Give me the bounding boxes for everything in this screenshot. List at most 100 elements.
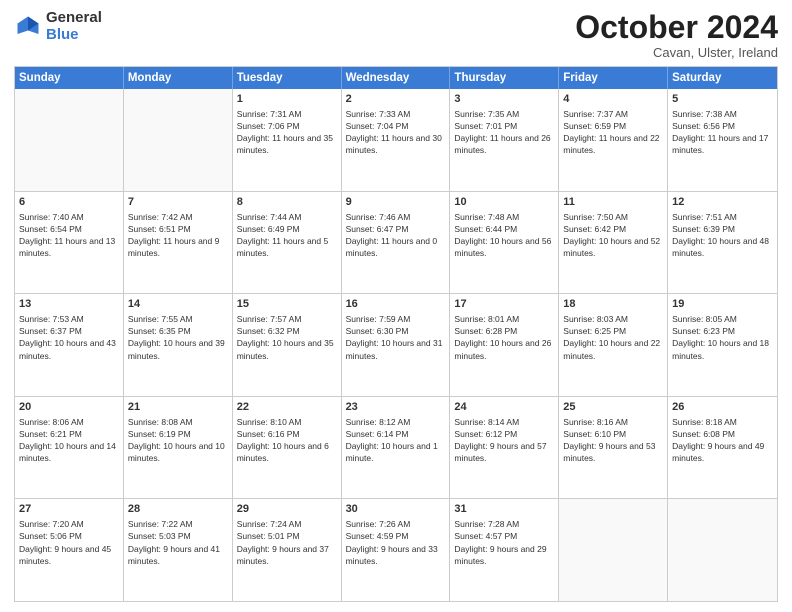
calendar-cell: 10 Sunrise: 7:48 AM Sunset: 6:44 PM Dayl… xyxy=(450,192,559,294)
calendar-cell: 17 Sunrise: 8:01 AM Sunset: 6:28 PM Dayl… xyxy=(450,294,559,396)
calendar-cell: 27 Sunrise: 7:20 AM Sunset: 5:06 PM Dayl… xyxy=(15,499,124,601)
sunset: Sunset: 4:59 PM xyxy=(346,531,409,541)
sunrise: Sunrise: 8:03 AM xyxy=(563,314,628,324)
sunset: Sunset: 6:21 PM xyxy=(19,429,82,439)
weekday-header: Monday xyxy=(124,67,233,89)
sunrise: Sunrise: 8:05 AM xyxy=(672,314,737,324)
calendar-cell: 18 Sunrise: 8:03 AM Sunset: 6:25 PM Dayl… xyxy=(559,294,668,396)
day-number: 19 xyxy=(672,297,773,312)
sunset: Sunset: 6:08 PM xyxy=(672,429,735,439)
daylight: Daylight: 10 hours and 22 minutes. xyxy=(563,338,660,360)
logo-general: General xyxy=(46,9,102,26)
calendar-cell: 31 Sunrise: 7:28 AM Sunset: 4:57 PM Dayl… xyxy=(450,499,559,601)
calendar-cell: 9 Sunrise: 7:46 AM Sunset: 6:47 PM Dayli… xyxy=(342,192,451,294)
daylight: Daylight: 9 hours and 41 minutes. xyxy=(128,544,220,566)
calendar-cell: 2 Sunrise: 7:33 AM Sunset: 7:04 PM Dayli… xyxy=(342,89,451,191)
calendar-cell: 13 Sunrise: 7:53 AM Sunset: 6:37 PM Dayl… xyxy=(15,294,124,396)
calendar-row: 20 Sunrise: 8:06 AM Sunset: 6:21 PM Dayl… xyxy=(15,397,777,500)
day-number: 9 xyxy=(346,195,446,210)
day-number: 24 xyxy=(454,400,554,415)
calendar-cell: 11 Sunrise: 7:50 AM Sunset: 6:42 PM Dayl… xyxy=(559,192,668,294)
sunrise: Sunrise: 8:12 AM xyxy=(346,417,411,427)
day-number: 13 xyxy=(19,297,119,312)
calendar-cell: 12 Sunrise: 7:51 AM Sunset: 6:39 PM Dayl… xyxy=(668,192,777,294)
weekday-header: Thursday xyxy=(450,67,559,89)
daylight: Daylight: 9 hours and 49 minutes. xyxy=(672,441,764,463)
calendar-cell: 23 Sunrise: 8:12 AM Sunset: 6:14 PM Dayl… xyxy=(342,397,451,499)
calendar-cell: 14 Sunrise: 7:55 AM Sunset: 6:35 PM Dayl… xyxy=(124,294,233,396)
sunrise: Sunrise: 7:46 AM xyxy=(346,212,411,222)
calendar-cell: 19 Sunrise: 8:05 AM Sunset: 6:23 PM Dayl… xyxy=(668,294,777,396)
daylight: Daylight: 11 hours and 22 minutes. xyxy=(563,133,659,155)
day-number: 2 xyxy=(346,92,446,107)
sunset: Sunset: 6:54 PM xyxy=(19,224,82,234)
sunrise: Sunrise: 7:26 AM xyxy=(346,519,411,529)
calendar-cell xyxy=(668,499,777,601)
daylight: Daylight: 10 hours and 52 minutes. xyxy=(563,236,660,258)
sunset: Sunset: 5:03 PM xyxy=(128,531,191,541)
sunrise: Sunrise: 7:53 AM xyxy=(19,314,84,324)
daylight: Daylight: 10 hours and 35 minutes. xyxy=(237,338,334,360)
sunset: Sunset: 6:32 PM xyxy=(237,326,300,336)
sunrise: Sunrise: 8:16 AM xyxy=(563,417,628,427)
calendar-cell: 25 Sunrise: 8:16 AM Sunset: 6:10 PM Dayl… xyxy=(559,397,668,499)
sunrise: Sunrise: 7:42 AM xyxy=(128,212,193,222)
day-number: 20 xyxy=(19,400,119,415)
daylight: Daylight: 10 hours and 6 minutes. xyxy=(237,441,329,463)
calendar-body: 1 Sunrise: 7:31 AM Sunset: 7:06 PM Dayli… xyxy=(15,89,777,601)
sunset: Sunset: 6:51 PM xyxy=(128,224,191,234)
calendar-cell: 4 Sunrise: 7:37 AM Sunset: 6:59 PM Dayli… xyxy=(559,89,668,191)
sunset: Sunset: 6:25 PM xyxy=(563,326,626,336)
day-number: 28 xyxy=(128,502,228,517)
daylight: Daylight: 10 hours and 56 minutes. xyxy=(454,236,551,258)
calendar-cell: 20 Sunrise: 8:06 AM Sunset: 6:21 PM Dayl… xyxy=(15,397,124,499)
sunset: Sunset: 6:23 PM xyxy=(672,326,735,336)
day-number: 25 xyxy=(563,400,663,415)
daylight: Daylight: 11 hours and 0 minutes. xyxy=(346,236,438,258)
calendar-row: 6 Sunrise: 7:40 AM Sunset: 6:54 PM Dayli… xyxy=(15,192,777,295)
day-number: 29 xyxy=(237,502,337,517)
calendar-cell: 22 Sunrise: 8:10 AM Sunset: 6:16 PM Dayl… xyxy=(233,397,342,499)
location-subtitle: Cavan, Ulster, Ireland xyxy=(575,45,778,60)
daylight: Daylight: 10 hours and 43 minutes. xyxy=(19,338,116,360)
calendar-row: 27 Sunrise: 7:20 AM Sunset: 5:06 PM Dayl… xyxy=(15,499,777,601)
daylight: Daylight: 10 hours and 18 minutes. xyxy=(672,338,769,360)
sunrise: Sunrise: 7:35 AM xyxy=(454,109,519,119)
day-number: 3 xyxy=(454,92,554,107)
sunset: Sunset: 6:56 PM xyxy=(672,121,735,131)
sunset: Sunset: 6:19 PM xyxy=(128,429,191,439)
sunrise: Sunrise: 8:18 AM xyxy=(672,417,737,427)
day-number: 17 xyxy=(454,297,554,312)
sunrise: Sunrise: 7:37 AM xyxy=(563,109,628,119)
day-number: 14 xyxy=(128,297,228,312)
calendar-cell: 28 Sunrise: 7:22 AM Sunset: 5:03 PM Dayl… xyxy=(124,499,233,601)
sunrise: Sunrise: 7:40 AM xyxy=(19,212,84,222)
calendar-cell: 5 Sunrise: 7:38 AM Sunset: 6:56 PM Dayli… xyxy=(668,89,777,191)
logo-text: General Blue xyxy=(46,10,102,43)
daylight: Daylight: 9 hours and 37 minutes. xyxy=(237,544,329,566)
sunset: Sunset: 6:35 PM xyxy=(128,326,191,336)
sunrise: Sunrise: 7:59 AM xyxy=(346,314,411,324)
weekday-header: Tuesday xyxy=(233,67,342,89)
daylight: Daylight: 10 hours and 48 minutes. xyxy=(672,236,769,258)
sunset: Sunset: 6:49 PM xyxy=(237,224,300,234)
sunset: Sunset: 6:39 PM xyxy=(672,224,735,234)
sunrise: Sunrise: 7:33 AM xyxy=(346,109,411,119)
sunset: Sunset: 4:57 PM xyxy=(454,531,517,541)
daylight: Daylight: 10 hours and 10 minutes. xyxy=(128,441,225,463)
header: General Blue October 2024 Cavan, Ulster,… xyxy=(14,10,778,60)
daylight: Daylight: 10 hours and 26 minutes. xyxy=(454,338,551,360)
sunrise: Sunrise: 7:48 AM xyxy=(454,212,519,222)
sunset: Sunset: 6:16 PM xyxy=(237,429,300,439)
sunset: Sunset: 6:14 PM xyxy=(346,429,409,439)
day-number: 6 xyxy=(19,195,119,210)
day-number: 16 xyxy=(346,297,446,312)
calendar-cell: 6 Sunrise: 7:40 AM Sunset: 6:54 PM Dayli… xyxy=(15,192,124,294)
calendar-cell: 24 Sunrise: 8:14 AM Sunset: 6:12 PM Dayl… xyxy=(450,397,559,499)
daylight: Daylight: 9 hours and 45 minutes. xyxy=(19,544,111,566)
sunset: Sunset: 7:04 PM xyxy=(346,121,409,131)
sunrise: Sunrise: 8:10 AM xyxy=(237,417,302,427)
day-number: 4 xyxy=(563,92,663,107)
calendar-cell: 16 Sunrise: 7:59 AM Sunset: 6:30 PM Dayl… xyxy=(342,294,451,396)
sunrise: Sunrise: 8:14 AM xyxy=(454,417,519,427)
